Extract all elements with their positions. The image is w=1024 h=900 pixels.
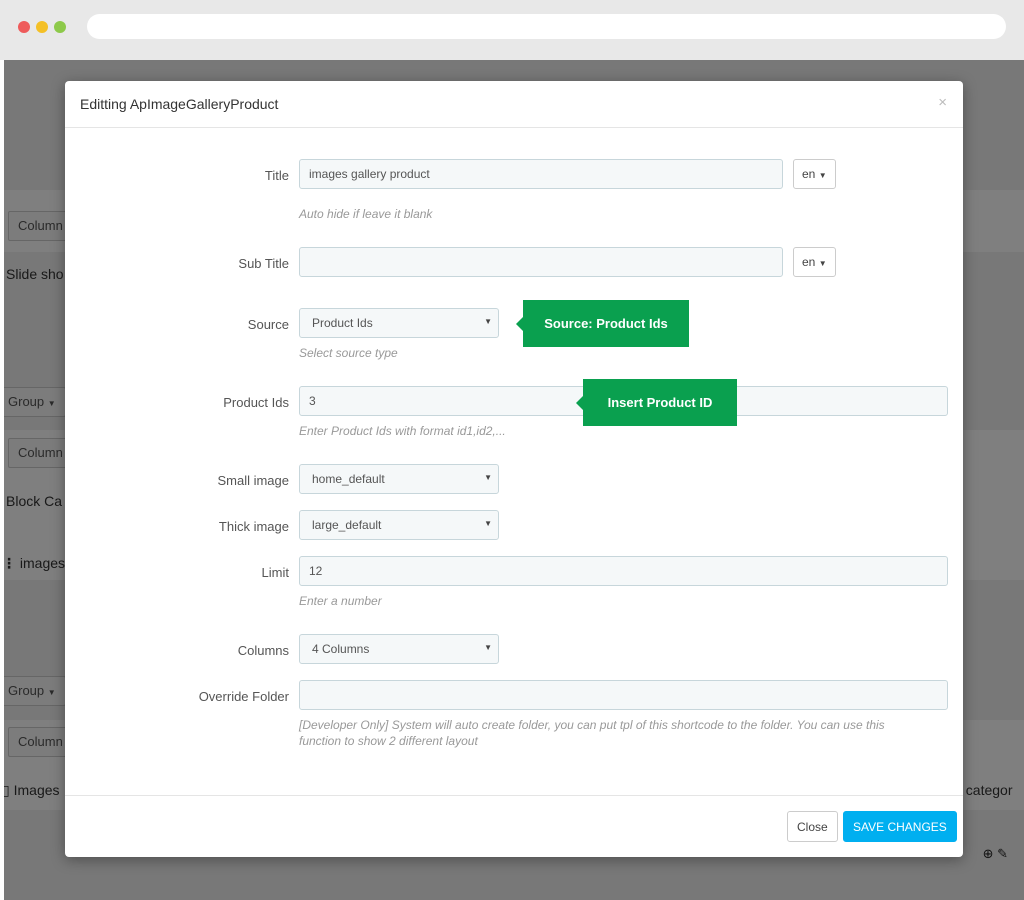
- minimize-window-icon[interactable]: [36, 21, 48, 33]
- source-tooltip-text: Source: Product Ids: [544, 316, 668, 331]
- title-label: Title: [264, 168, 289, 183]
- browser-chrome: [0, 0, 1024, 60]
- small-image-label: Small image: [217, 473, 289, 488]
- close-button[interactable]: Close: [787, 811, 838, 842]
- product-ids-tooltip: Insert Product ID: [576, 379, 737, 426]
- subtitle-input[interactable]: [299, 247, 783, 277]
- title-lang-button[interactable]: en ▼: [793, 159, 836, 189]
- caret-down-icon: ▼: [818, 171, 827, 180]
- limit-help: Enter a number: [299, 594, 382, 608]
- subtitle-label: Sub Title: [238, 256, 289, 271]
- lang-label: en: [802, 255, 816, 269]
- modal-header: Editting ApImageGalleryProduct ×: [65, 81, 963, 128]
- override-folder-help-line: [Developer Only] System will auto create…: [299, 718, 885, 732]
- select-arrow-icon: ▼: [484, 473, 492, 482]
- source-label: Source: [247, 317, 289, 332]
- select-arrow-icon: ▼: [484, 519, 492, 528]
- close-icon[interactable]: ×: [938, 94, 947, 111]
- save-changes-button[interactable]: SAVE CHANGES: [843, 811, 957, 842]
- thick-image-label: Thick image: [218, 519, 289, 534]
- override-folder-label: Override Folder: [198, 689, 289, 704]
- source-help: Select source type: [299, 346, 398, 360]
- subtitle-lang-button[interactable]: en ▼: [793, 247, 836, 277]
- select-arrow-icon: ▼: [484, 317, 492, 326]
- modal-title: Editting ApImageGalleryProduct: [80, 96, 279, 112]
- caret-down-icon: ▼: [818, 259, 827, 268]
- limit-input[interactable]: 12: [299, 556, 948, 586]
- columns-label: Columns: [237, 643, 289, 658]
- lang-label: en: [802, 167, 816, 181]
- product-ids-label: Product Ids: [223, 395, 289, 410]
- tooltip-arrow-icon: [576, 395, 583, 410]
- close-window-icon[interactable]: [18, 21, 30, 33]
- title-help: Auto hide if leave it blank: [299, 207, 433, 221]
- title-input[interactable]: images gallery product: [299, 159, 783, 189]
- select-arrow-icon: ▼: [484, 643, 492, 652]
- source-select-value: Product Ids: [312, 316, 373, 330]
- edit-modal: Editting ApImageGalleryProduct × Title i…: [65, 81, 963, 857]
- tooltip-arrow-icon: [516, 316, 523, 331]
- product-ids-tooltip-text: Insert Product ID: [607, 395, 713, 410]
- source-select[interactable]: Product Ids ▼: [299, 308, 499, 338]
- thick-image-select-value: large_default: [312, 518, 382, 532]
- thick-image-select[interactable]: large_default ▼: [299, 510, 499, 540]
- override-folder-help: [Developer Only] System will auto create…: [299, 717, 885, 749]
- maximize-window-icon[interactable]: [54, 21, 66, 33]
- product-ids-help: Enter Product Ids with format id1,id2,..…: [299, 424, 506, 438]
- columns-select[interactable]: 4 Columns ▼: [299, 634, 499, 664]
- small-image-select[interactable]: home_default ▼: [299, 464, 499, 494]
- override-folder-input[interactable]: [299, 680, 948, 710]
- modal-footer: Close SAVE CHANGES: [65, 795, 963, 857]
- source-tooltip: Source: Product Ids: [516, 300, 689, 347]
- override-folder-help-line: function to show 2 different layout: [299, 734, 478, 748]
- limit-label: Limit: [261, 565, 289, 580]
- address-bar[interactable]: [87, 14, 1006, 39]
- small-image-select-value: home_default: [312, 472, 385, 486]
- columns-select-value: 4 Columns: [312, 642, 370, 656]
